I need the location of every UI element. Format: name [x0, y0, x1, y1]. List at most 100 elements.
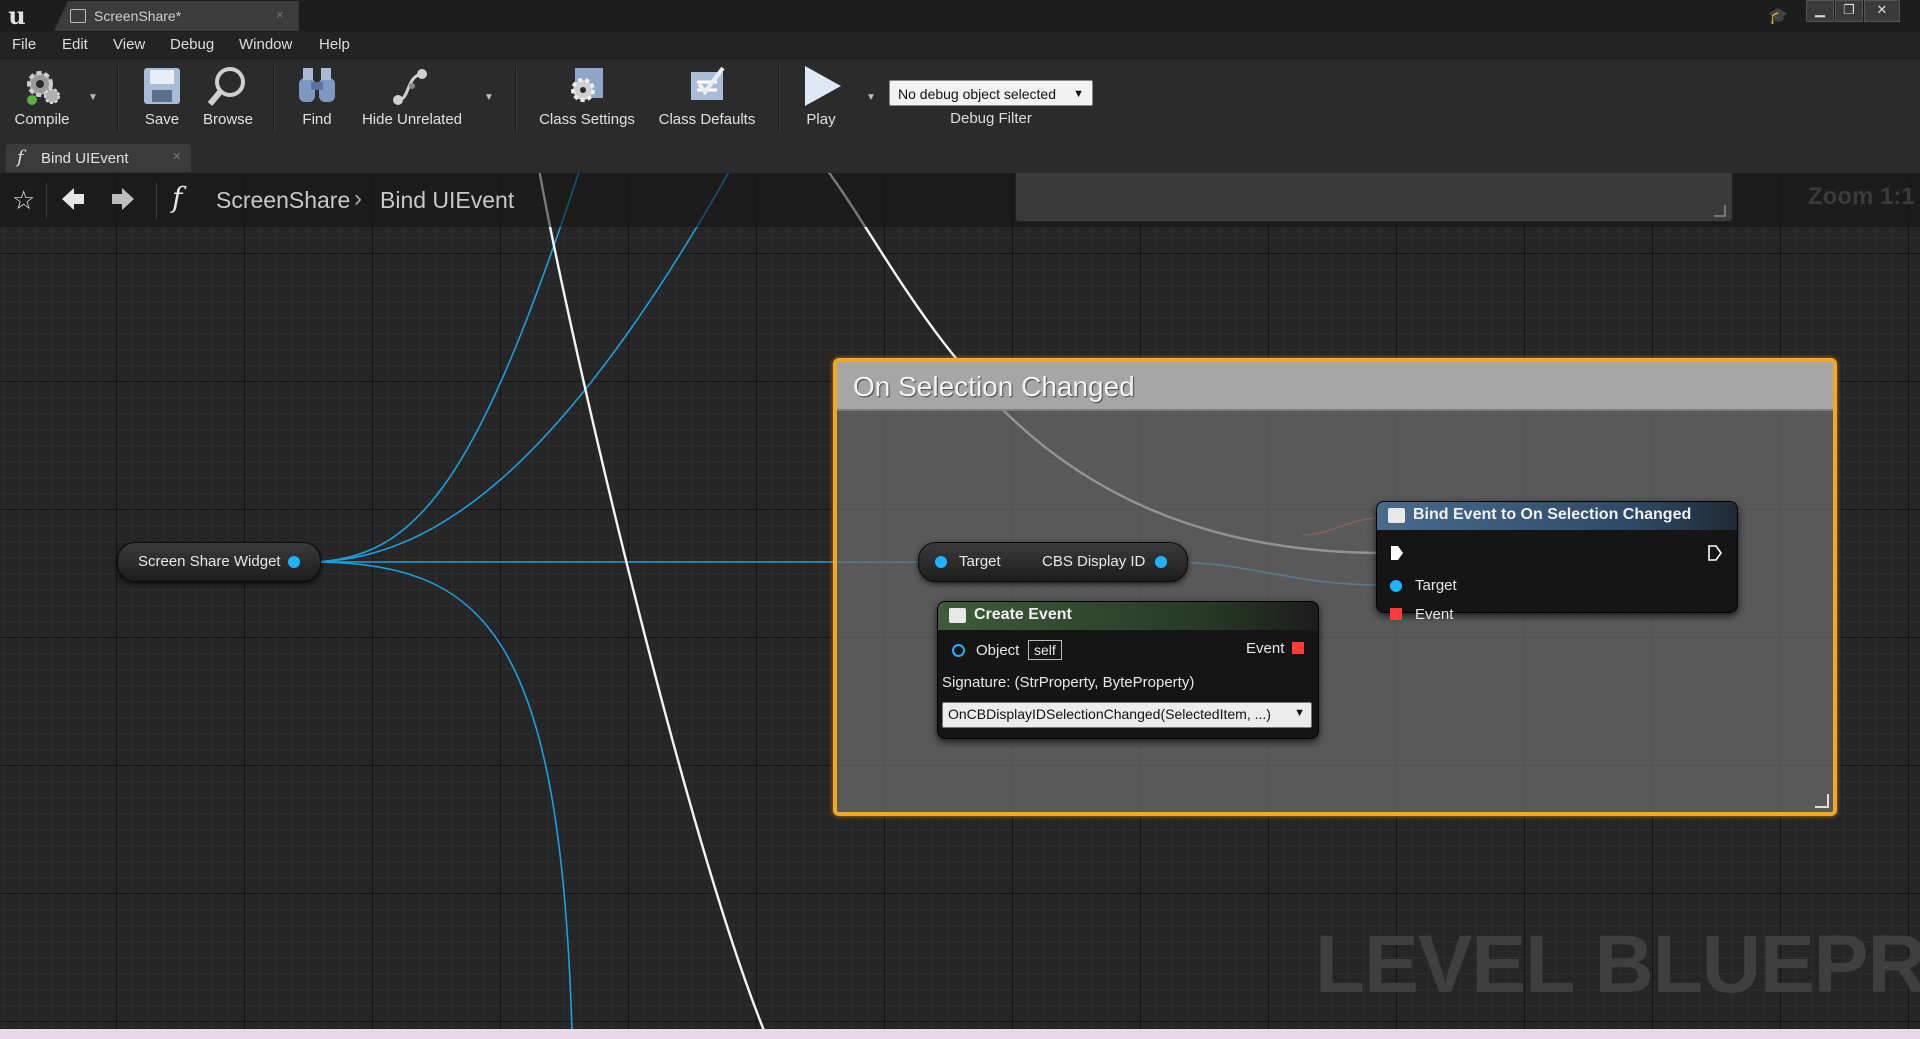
debug-object-value: No debug object selected — [898, 86, 1056, 102]
class-settings-button[interactable]: Class Settings — [535, 62, 639, 134]
save-button[interactable]: Save — [135, 62, 189, 134]
play-options-dropdown[interactable]: ▼ — [866, 92, 876, 103]
document-tab[interactable]: ScreenShare* × — [54, 1, 299, 31]
unreal-logo-icon[interactable]: u — [4, 3, 30, 29]
chevron-down-icon: ▼ — [1073, 88, 1084, 100]
class-settings-label: Class Settings — [539, 111, 635, 128]
play-button[interactable]: Play — [792, 62, 850, 134]
magnifier-icon — [207, 67, 245, 106]
find-label: Find — [302, 111, 332, 128]
event-pin-label: Event — [1246, 640, 1285, 657]
event-pin-label: Event — [1415, 606, 1454, 623]
debug-filter-label: Debug Filter — [950, 110, 1032, 127]
delegate-pin[interactable] — [1292, 642, 1304, 654]
breadcrumb-current[interactable]: Bind UIEvent — [380, 187, 514, 214]
close-window-button[interactable]: ✕ — [1864, 0, 1900, 22]
exec-input-pin[interactable] — [1390, 545, 1404, 561]
breadcrumb-root[interactable]: ScreenShare — [216, 187, 350, 214]
play-label: Play — [806, 111, 836, 128]
hide-unrelated-button[interactable]: Hide Unrelated — [357, 62, 467, 134]
zoom-indicator: Zoom 1:1 — [1808, 183, 1915, 210]
function-select[interactable]: OnCBDisplayIDSelectionChanged(SelectedIt… — [942, 702, 1312, 728]
node-title: Bind Event to On Selection Changed — [1413, 506, 1692, 523]
object-value-field[interactable]: self — [1028, 640, 1062, 660]
target-pin-label: Target — [959, 553, 1001, 570]
hide-unrelated-dropdown[interactable]: ▼ — [484, 92, 494, 103]
target-pin[interactable] — [935, 556, 947, 568]
hide-unrelated-label: Hide Unrelated — [361, 111, 463, 128]
function-node-icon — [1388, 508, 1405, 523]
star-icon[interactable]: ☆ — [12, 185, 35, 216]
blue-wire — [307, 173, 730, 563]
minimize-button[interactable]: ▁ — [1806, 0, 1834, 22]
menu-file[interactable]: File — [12, 36, 36, 53]
toolbar-separator — [778, 66, 780, 132]
resize-grip-icon[interactable] — [1815, 794, 1829, 808]
debug-object-select[interactable]: No debug object selected ▼ — [889, 80, 1093, 106]
gear-compile-icon — [27, 71, 60, 105]
binoculars-icon — [299, 68, 335, 102]
function-select-value: OnCBDisplayIDSelectionChanged(SelectedIt… — [948, 706, 1271, 722]
save-label: Save — [144, 111, 180, 128]
screen-share-widget-node[interactable]: Screen Share Widget — [117, 542, 321, 582]
node-header: Bind Event to On Selection Changed — [1377, 502, 1737, 530]
restore-button[interactable]: ❐ — [1835, 0, 1863, 22]
function-tab[interactable]: f Bind UIEvent ✕ — [6, 144, 191, 172]
find-button[interactable]: Find — [290, 62, 344, 134]
divider — [156, 183, 157, 219]
back-arrow-icon[interactable] — [60, 186, 86, 212]
document-tab-strip — [0, 138, 1920, 173]
menu-help[interactable]: Help — [319, 36, 350, 53]
forward-arrow-icon[interactable] — [110, 186, 136, 212]
output-pin[interactable] — [1155, 556, 1167, 568]
browse-label: Browse — [202, 111, 254, 128]
blue-wire — [307, 173, 580, 563]
event-node-icon — [949, 608, 966, 623]
compile-button[interactable]: Compile — [6, 62, 78, 134]
bind-event-node[interactable]: Bind Event to On Selection Changed Targe… — [1376, 501, 1738, 623]
browse-button[interactable]: Browse — [199, 62, 257, 134]
output-pin-label: CBS Display ID — [1042, 553, 1146, 570]
compile-options-dropdown[interactable]: ▼ — [88, 92, 98, 103]
compile-label: Compile — [14, 111, 70, 128]
cbs-display-id-node[interactable]: Target CBS Display ID — [918, 542, 1188, 582]
find-results-panel[interactable] — [1015, 173, 1733, 222]
function-tab-label: Bind UIEvent — [41, 150, 129, 167]
graph-canvas[interactable]: ☆ f ScreenShare › Bind UIEvent Zoom 1:1 … — [0, 173, 1920, 1029]
delegate-pin[interactable] — [1390, 608, 1402, 620]
graduation-cap-icon[interactable]: 🎓 — [1768, 6, 1788, 26]
target-pin[interactable] — [1390, 580, 1402, 592]
class-defaults-icon — [691, 66, 725, 100]
class-defaults-button[interactable]: Class Defaults — [655, 62, 759, 134]
class-defaults-label: Class Defaults — [658, 111, 756, 128]
output-pin[interactable] — [288, 556, 300, 568]
menu-window[interactable]: Window — [239, 36, 292, 53]
object-pin[interactable] — [952, 644, 965, 657]
comment-title: On Selection Changed — [853, 371, 1135, 402]
close-tab-icon[interactable]: × — [276, 7, 284, 22]
target-pin-label: Target — [1415, 577, 1457, 594]
bottom-strip — [0, 1029, 1920, 1039]
function-icon: f — [17, 147, 24, 168]
chevron-down-icon: ▼ — [1294, 707, 1305, 719]
divider — [46, 183, 47, 219]
node-label: Screen Share Widget — [138, 553, 281, 570]
signature-text: Signature: (StrProperty, ByteProperty) — [942, 674, 1195, 691]
node-header: Create Event — [938, 602, 1318, 630]
exec-output-pin[interactable] — [1708, 545, 1722, 561]
resize-grip-icon[interactable] — [1714, 205, 1726, 217]
menu-edit[interactable]: Edit — [62, 36, 88, 53]
create-event-node[interactable]: Create Event Object self Event Signature… — [937, 601, 1319, 739]
document-tab-label: ScreenShare* — [94, 8, 182, 24]
menu-debug[interactable]: Debug — [170, 36, 214, 53]
object-pin-label: Object — [976, 642, 1020, 659]
play-icon — [805, 66, 841, 106]
blue-wire — [307, 561, 573, 1029]
comment-header[interactable]: On Selection Changed — [837, 362, 1833, 411]
close-tab-icon[interactable]: ✕ — [172, 150, 181, 163]
function-icon: f — [172, 181, 183, 214]
toolbar-separator — [117, 66, 119, 132]
node-title: Create Event — [974, 606, 1072, 623]
hide-unrelated-icon — [393, 69, 427, 105]
menu-view[interactable]: View — [113, 36, 145, 53]
